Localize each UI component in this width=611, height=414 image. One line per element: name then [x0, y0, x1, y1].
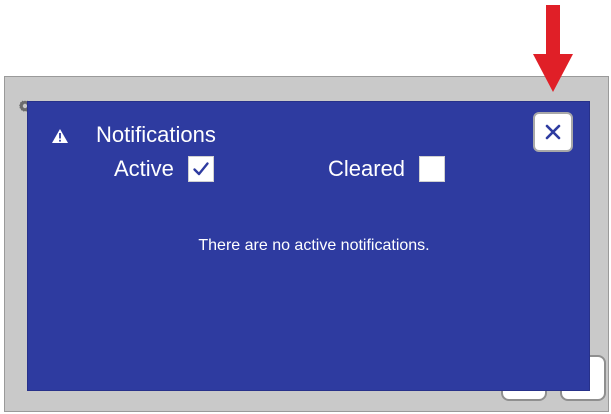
close-icon	[545, 124, 561, 140]
close-button[interactable]	[533, 112, 573, 152]
cleared-checkbox[interactable]	[419, 156, 446, 182]
warning-icon	[52, 129, 68, 143]
active-filter[interactable]: Active	[114, 152, 214, 186]
notifications-dialog: Notifications Active Cleared There are n…	[28, 102, 589, 390]
active-label: Active	[114, 156, 174, 181]
empty-state-message: There are no active notifications.	[198, 237, 430, 254]
active-checkbox[interactable]	[187, 156, 214, 182]
cleared-label: Cleared	[328, 156, 406, 181]
checkmark-icon	[193, 162, 209, 176]
cleared-filter[interactable]: Cleared	[328, 152, 446, 186]
dialog-title: Notifications	[96, 122, 216, 147]
down-arrow-icon	[533, 5, 573, 92]
